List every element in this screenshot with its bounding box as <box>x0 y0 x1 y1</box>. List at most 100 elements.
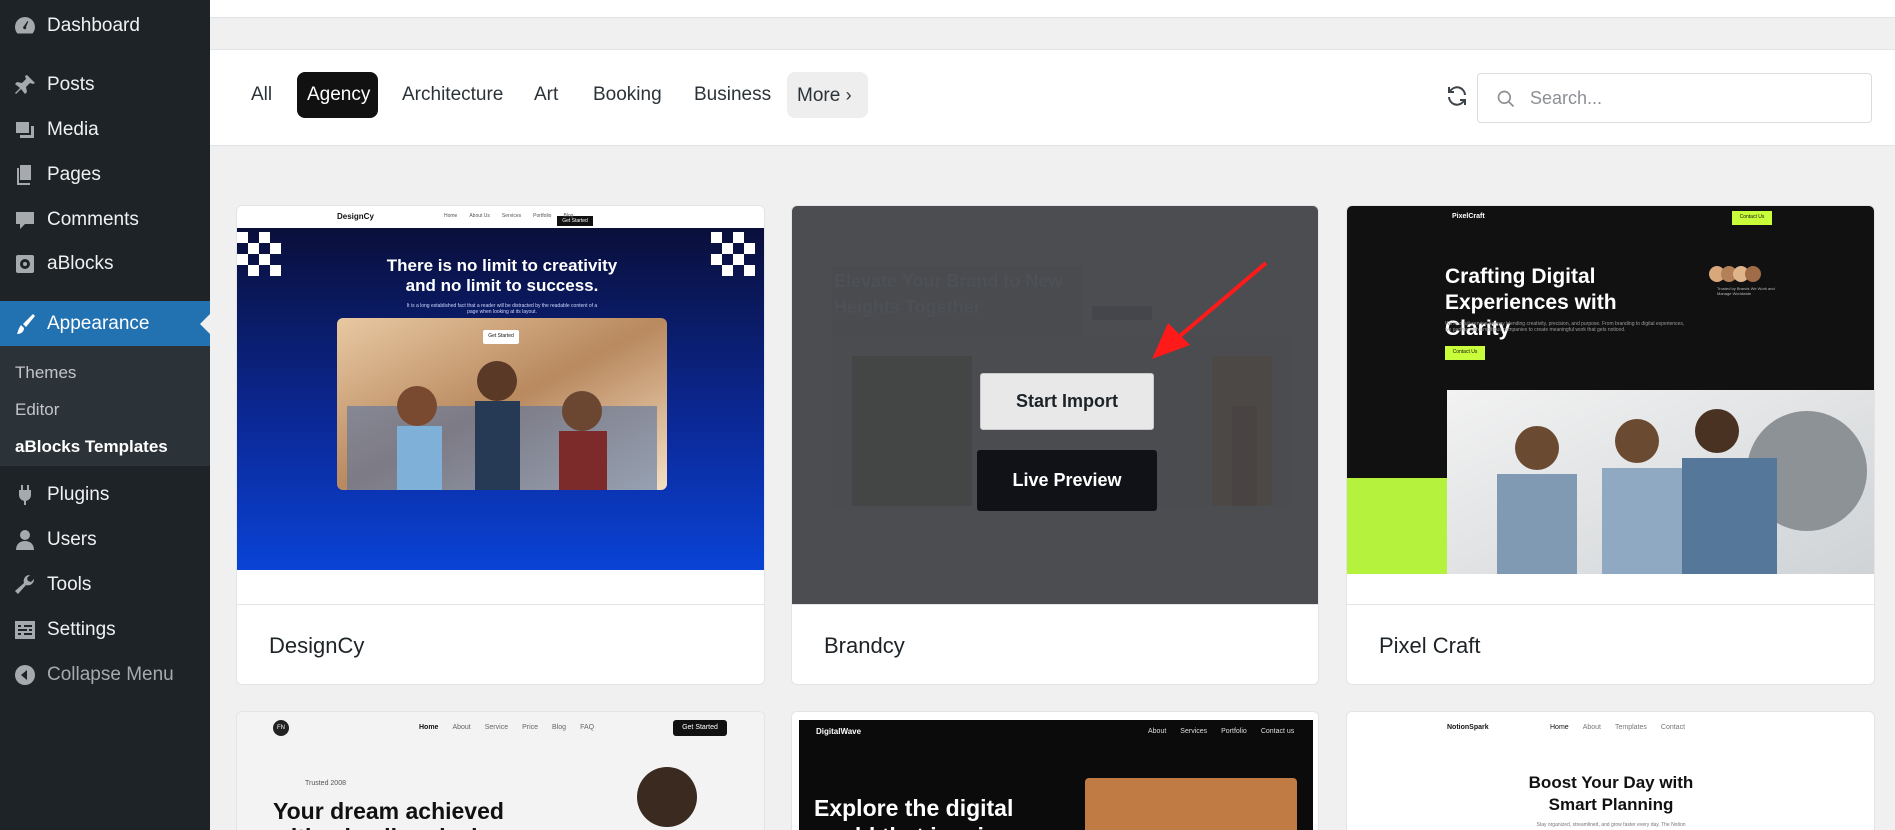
preview-cta: Get Started <box>673 720 727 736</box>
template-card-pixel-craft[interactable]: PixelCraft Contact Us Crafting Digital E… <box>1346 205 1875 685</box>
sidebar-item-pages[interactable]: Pages <box>0 155 210 195</box>
preview-nav-item: About Us <box>469 213 490 219</box>
sidebar-item-media[interactable]: Media <box>0 110 210 150</box>
preview-logo: FN <box>273 720 289 736</box>
preview-headline: Boost Your Day with Smart Planning <box>1528 773 1694 814</box>
preview-nav: About Services Portfolio Contact us <box>1148 728 1294 735</box>
preview-nav-item: FAQ <box>580 724 595 731</box>
preview-nav-item: Services <box>501 213 522 219</box>
sidebar-item-label: aBlocks <box>47 253 114 274</box>
preview-headline: Your dream achieved with a leading desig… <box>273 798 506 830</box>
preview-nav: Home About Service Price Blog FAQ <box>419 724 594 731</box>
preview-logo: NotionSpark <box>1447 724 1489 731</box>
preview-headline: Explore the digital world that inspires <box>814 795 1018 830</box>
preview-button: Contact Us <box>1452 349 1478 355</box>
live-preview-button[interactable]: Live Preview <box>977 450 1157 511</box>
preview-nav-item: Contact <box>1660 724 1686 731</box>
settings-icon <box>0 618 47 642</box>
filter-more-button[interactable]: More › <box>787 72 868 118</box>
filter-architecture[interactable]: Architecture <box>392 72 513 118</box>
filter-more-label: More <box>797 85 841 106</box>
template-name: Pixel Craft <box>1379 633 1481 658</box>
template-preview[interactable]: NotionSpark Home About Templates Contact… <box>1347 712 1874 830</box>
preview-nav-item: About <box>452 724 471 731</box>
sidebar-item-dashboard[interactable]: Dashboard <box>0 6 210 46</box>
category-filter-bar: All Agency Architecture Art Booking Busi… <box>210 49 1895 146</box>
sidebar-item-label: Collapse Menu <box>47 664 174 685</box>
sidebar-item-label: Media <box>47 119 99 140</box>
filter-all[interactable]: All <box>241 72 282 118</box>
template-preview[interactable]: DigitalWave About Services Portfolio Con… <box>792 712 1318 830</box>
preview-nav-item: Services <box>1180 728 1208 735</box>
sidebar-item-label: Appearance <box>47 312 150 334</box>
top-header-strip <box>210 0 1895 18</box>
sidebar-item-label: Pages <box>47 164 101 185</box>
sidebar-item-appearance[interactable]: Appearance <box>0 301 210 346</box>
comment-icon <box>0 208 47 232</box>
template-card-brandcy[interactable]: Elevate Your Brand to New Heights Togeth… <box>791 205 1319 685</box>
preview-nav-item: Templates <box>1614 724 1647 731</box>
preview-nav-item: Blog <box>552 724 567 731</box>
sidebar-item-plugins[interactable]: Plugins <box>0 475 210 515</box>
refresh-icon[interactable] <box>1445 84 1469 108</box>
preview-nav-item: Price <box>522 724 539 731</box>
filter-art[interactable]: Art <box>524 72 568 118</box>
filter-business[interactable]: Business <box>684 72 781 118</box>
preview-button: Get Started <box>488 333 514 339</box>
submenu-item-themes[interactable]: Themes <box>15 363 76 383</box>
preview-logo: DigitalWave <box>816 727 862 736</box>
search-field <box>1477 73 1872 123</box>
submenu-item-editor[interactable]: Editor <box>15 400 59 420</box>
template-preview[interactable]: PixelCraft Contact Us Crafting Digital E… <box>1347 206 1874 574</box>
preview-cta: Contact Us <box>1739 214 1765 220</box>
start-import-button[interactable]: Start Import <box>980 373 1154 430</box>
pin-icon <box>0 73 47 97</box>
sidebar-item-label: Posts <box>47 74 95 95</box>
sidebar-item-tools[interactable]: Tools <box>0 565 210 605</box>
filter-agency[interactable]: Agency <box>297 72 378 118</box>
card-divider <box>237 604 764 605</box>
template-preview[interactable]: Elevate Your Brand to New Heights Togeth… <box>792 206 1318 604</box>
preview-logo: DesignCy <box>337 212 374 221</box>
preview-logo: PixelCraft <box>1452 213 1485 220</box>
preview-subtext: We're a full-service agency blending cre… <box>1445 321 1685 333</box>
arrow-annotation-icon <box>1152 261 1268 359</box>
card-divider <box>792 604 1318 605</box>
template-card-row2-2[interactable]: DigitalWave About Services Portfolio Con… <box>791 711 1319 830</box>
sidebar-item-users[interactable]: Users <box>0 520 210 560</box>
preview-nav-item: About <box>1148 728 1167 735</box>
card-divider <box>1347 604 1874 605</box>
collapse-menu-button[interactable]: Collapse Menu <box>0 655 210 695</box>
ablocks-icon <box>0 252 47 276</box>
user-icon <box>0 528 47 552</box>
collapse-icon <box>0 663 47 687</box>
sidebar-item-comments[interactable]: Comments <box>0 200 210 240</box>
template-preview[interactable]: DesignCy Home About Us Services Portfoli… <box>237 206 764 570</box>
search-icon <box>1497 90 1515 108</box>
search-input[interactable] <box>1530 82 1850 114</box>
chevron-right-icon: › <box>845 85 852 105</box>
preview-photo <box>1085 778 1297 830</box>
template-preview[interactable]: FN Home About Service Price Blog FAQ Get… <box>237 712 764 830</box>
preview-headline: Elevate Your Brand to New Heights Togeth… <box>834 271 1063 317</box>
sidebar-item-label: Tools <box>47 574 92 595</box>
preview-subtext: Stay organized, streamlined, and grow fa… <box>1536 822 1686 828</box>
template-card-row2-1[interactable]: FN Home About Service Price Blog FAQ Get… <box>236 711 765 830</box>
sidebar-item-settings[interactable]: Settings <box>0 610 210 650</box>
pages-icon <box>0 163 47 187</box>
template-card-row2-3[interactable]: NotionSpark Home About Templates Contact… <box>1346 711 1875 830</box>
preview-nav: Home About Us Services Portfolio Blog <box>444 213 573 219</box>
sidebar-item-ablocks[interactable]: aBlocks <box>0 244 210 284</box>
wrench-icon <box>0 573 47 597</box>
submenu-item-ablocks-templates[interactable]: aBlocks Templates <box>15 437 168 457</box>
preview-trust-text: Trusted by Brands We Work and Manage Wor… <box>1717 286 1775 296</box>
sidebar-item-label: Settings <box>47 619 116 640</box>
template-card-designcy[interactable]: DesignCy Home About Us Services Portfoli… <box>236 205 765 685</box>
preview-headline: There is no limit to creativity and no l… <box>386 256 618 295</box>
filter-booking[interactable]: Booking <box>583 72 672 118</box>
preview-nav-item: Home <box>419 724 439 731</box>
appearance-submenu: Themes Editor aBlocks Templates <box>0 346 210 466</box>
preview-subtext: It is a long established fact that a rea… <box>406 303 598 315</box>
preview-cta: Get Started <box>562 218 588 224</box>
sidebar-item-posts[interactable]: Posts <box>0 65 210 105</box>
